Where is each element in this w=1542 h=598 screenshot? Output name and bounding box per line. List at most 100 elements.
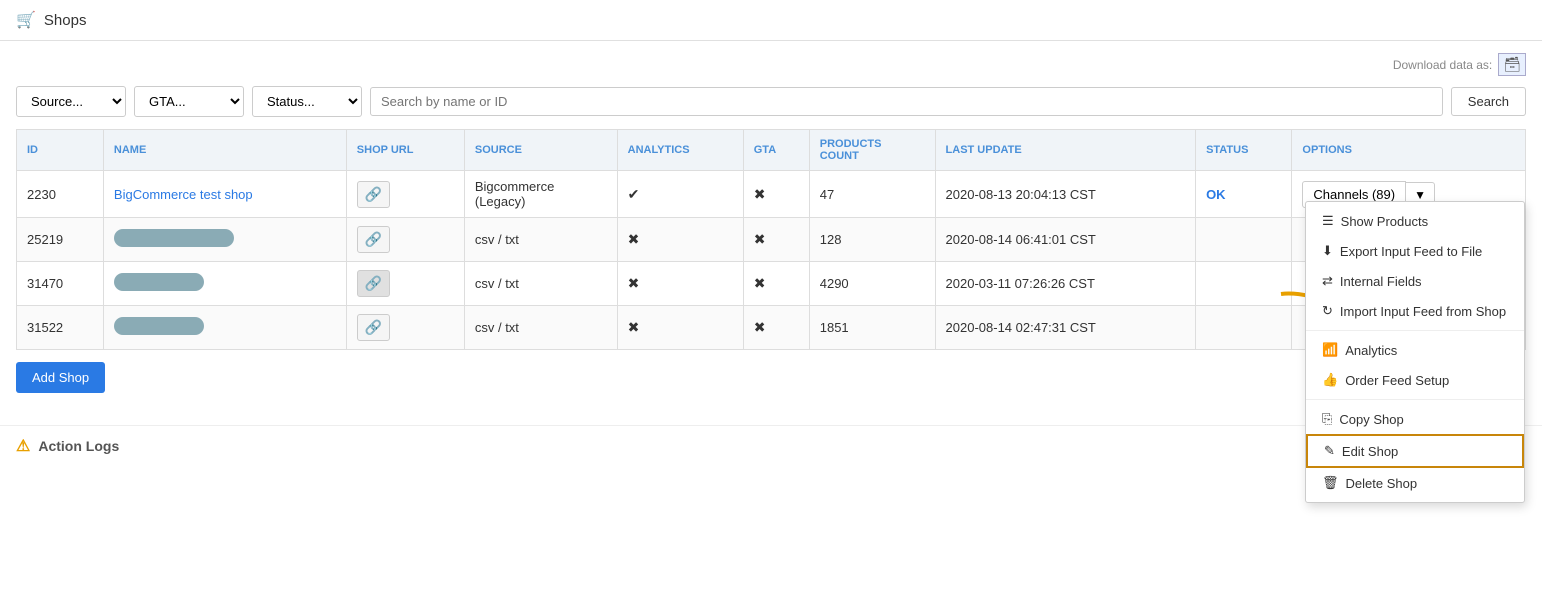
row-status: [1196, 306, 1292, 350]
row-name: [103, 306, 346, 350]
show-products-icon: ☰: [1322, 213, 1334, 229]
status-filter[interactable]: Status...: [252, 86, 362, 117]
dropdown-order-feed[interactable]: 👍 Order Feed Setup: [1306, 365, 1524, 395]
col-id: ID: [17, 130, 104, 171]
internal-fields-icon: ⇄: [1322, 273, 1333, 289]
dropdown-copy-shop[interactable]: ⎘ Copy Shop: [1306, 404, 1524, 434]
blurred-shop-name: [114, 317, 204, 335]
row-name: [103, 218, 346, 262]
internal-fields-label: Internal Fields: [1340, 274, 1422, 289]
source-filter[interactable]: Source...: [16, 86, 126, 117]
order-feed-icon: 👍: [1322, 372, 1338, 388]
download-label: Download data as:: [1393, 58, 1492, 72]
edit-shop-icon: ✎: [1324, 443, 1335, 459]
row-id: 2230: [17, 171, 104, 218]
row-analytics: ✖: [617, 306, 743, 350]
row-shop-url: 🔗: [346, 306, 464, 350]
status-ok: OK: [1206, 187, 1226, 202]
add-shop-button[interactable]: Add Shop: [16, 362, 105, 393]
row-options: Channels (89)▼ ☰ Show Products ⬇ Export …: [1292, 171, 1526, 218]
row-gta: ✖: [743, 171, 809, 218]
row-shop-url: 🔗: [346, 218, 464, 262]
row-id: 31522: [17, 306, 104, 350]
main-content: Download data as: 🗃 Source... GTA... Sta…: [0, 41, 1542, 405]
row-source: csv / txt: [464, 306, 617, 350]
row-status: [1196, 218, 1292, 262]
row-id: 31470: [17, 262, 104, 306]
col-shop-url: SHOP URL: [346, 130, 464, 171]
warning-icon: ⚠: [16, 436, 30, 456]
shop-url-button[interactable]: 🔗: [357, 270, 390, 297]
dropdown-delete-shop[interactable]: 🗑 Delete Shop: [1306, 468, 1524, 498]
row-shop-url: 🔗: [346, 171, 464, 218]
delete-shop-label: Delete Shop: [1346, 476, 1418, 491]
row-analytics: ✔: [617, 171, 743, 218]
row-source: Bigcommerce(Legacy): [464, 171, 617, 218]
delete-shop-icon: 🗑: [1322, 475, 1339, 491]
row-last-update: 2020-08-13 20:04:13 CST: [935, 171, 1196, 218]
export-feed-label: Export Input Feed to File: [1340, 244, 1482, 259]
row-id: 25219: [17, 218, 104, 262]
dropdown-internal-fields[interactable]: ⇄ Internal Fields: [1306, 266, 1524, 296]
col-products-count: PRODUCTSCOUNT: [809, 130, 935, 171]
col-analytics: ANALYTICS: [617, 130, 743, 171]
gta-x: ✖: [754, 275, 766, 291]
row-source: csv / txt: [464, 262, 617, 306]
col-gta: GTA: [743, 130, 809, 171]
copy-shop-icon: ⎘: [1322, 411, 1332, 427]
dropdown-edit-shop[interactable]: ✎ Edit Shop: [1306, 434, 1524, 468]
shop-url-button[interactable]: 🔗: [357, 181, 390, 208]
row-gta: ✖: [743, 262, 809, 306]
row-products-count: 1851: [809, 306, 935, 350]
shop-url-button[interactable]: 🔗: [357, 314, 390, 341]
dropdown-analytics[interactable]: 📶 Analytics: [1306, 335, 1524, 365]
row-products-count: 4290: [809, 262, 935, 306]
analytics-check: ✔: [628, 186, 640, 202]
row-last-update: 2020-08-14 06:41:01 CST: [935, 218, 1196, 262]
col-last-update: LAST UPDATE: [935, 130, 1196, 171]
search-input[interactable]: [370, 87, 1443, 116]
table-row: 31470 🔗 csv / txt ✖ ✖ 4290 2020-03-11 07…: [17, 262, 1526, 306]
page-title: Shops: [44, 12, 87, 29]
col-status: STATUS: [1196, 130, 1292, 171]
dropdown-import-feed[interactable]: ↻ Import Input Feed from Shop: [1306, 296, 1524, 326]
row-products-count: 128: [809, 218, 935, 262]
page-header: 🛒 Shops: [0, 0, 1542, 41]
dropdown-divider-2: [1306, 399, 1524, 400]
analytics-label: Analytics: [1345, 343, 1397, 358]
row-last-update: 2020-08-14 02:47:31 CST: [935, 306, 1196, 350]
gta-filter[interactable]: GTA...: [134, 86, 244, 117]
search-button[interactable]: Search: [1451, 87, 1526, 116]
analytics-icon: 📶: [1322, 342, 1338, 358]
gta-x: ✖: [754, 319, 766, 335]
table-row: 25219 🔗 csv / txt ✖ ✖ 128 2020-08-14 06:…: [17, 218, 1526, 262]
action-logs-label: Action Logs: [38, 438, 119, 454]
filter-bar: Source... GTA... Status... Search: [16, 86, 1526, 117]
col-name: NAME: [103, 130, 346, 171]
row-name: BigCommerce test shop: [103, 171, 346, 218]
table-row: 31522 🔗 csv / txt ✖ ✖ 1851 2020-08-14 02…: [17, 306, 1526, 350]
blurred-shop-name: [114, 273, 204, 291]
row-gta: ✖: [743, 218, 809, 262]
row-analytics: ✖: [617, 262, 743, 306]
download-icon-button[interactable]: 🗃: [1498, 53, 1526, 76]
row-source: csv / txt: [464, 218, 617, 262]
dropdown-divider-1: [1306, 330, 1524, 331]
shop-url-button[interactable]: 🔗: [357, 226, 390, 253]
order-feed-label: Order Feed Setup: [1345, 373, 1449, 388]
row-name: [103, 262, 346, 306]
options-dropdown: ☰ Show Products ⬇ Export Input Feed to F…: [1305, 201, 1525, 503]
dropdown-export-feed[interactable]: ⬇ Export Input Feed to File: [1306, 236, 1524, 266]
row-status: [1196, 262, 1292, 306]
col-source: SOURCE: [464, 130, 617, 171]
shop-name-link[interactable]: BigCommerce test shop: [114, 187, 253, 202]
show-products-label: Show Products: [1341, 214, 1428, 229]
edit-shop-label: Edit Shop: [1342, 444, 1398, 459]
table-header-row: ID NAME SHOP URL SOURCE ANALYTICS GTA PR…: [17, 130, 1526, 171]
download-bar: Download data as: 🗃: [16, 53, 1526, 76]
cart-icon: 🛒: [16, 10, 36, 30]
row-products-count: 47: [809, 171, 935, 218]
dropdown-show-products[interactable]: ☰ Show Products: [1306, 206, 1524, 236]
row-analytics: ✖: [617, 218, 743, 262]
analytics-x: ✖: [628, 319, 640, 335]
